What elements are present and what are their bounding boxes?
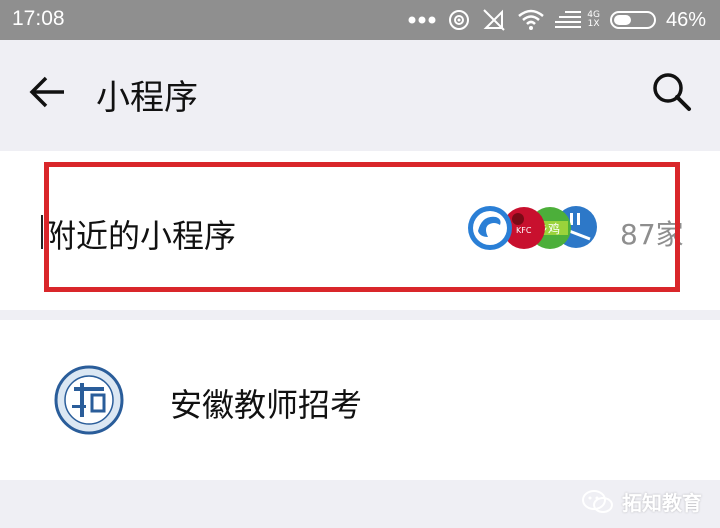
page-title: 小程序 [96, 78, 198, 118]
list-item[interactable]: 安徽教师招考 [0, 320, 720, 480]
status-icons: 4G 1X 46% [407, 5, 706, 35]
battery-percent: 46% [665, 8, 706, 31]
network-type: 4G 1X [587, 11, 600, 29]
watermark: 拓知教育 [582, 487, 702, 516]
watermark-text: 拓知教育 [622, 491, 702, 515]
wifi-icon [518, 9, 545, 30]
network-sub-label: 1X [587, 19, 600, 29]
status-time: 17:08 [12, 7, 65, 30]
tuozhi-logo [54, 365, 124, 435]
signal-icon [555, 11, 582, 28]
back-arrow-icon[interactable] [24, 68, 72, 116]
battery-level [613, 15, 632, 25]
hotspot-icon [449, 10, 470, 30]
app-bar: 小程序 [0, 40, 720, 146]
mini-program-name: 安徽教师招考 [170, 386, 363, 424]
battery-icon [609, 11, 656, 29]
highlight-box [44, 162, 680, 292]
search-icon[interactable] [646, 66, 698, 118]
status-bar: 17:08 4G 1X 46% [0, 0, 720, 40]
more-dots-icon [408, 16, 436, 24]
no-signal-icon [483, 9, 505, 31]
wechat-icon [582, 489, 613, 513]
